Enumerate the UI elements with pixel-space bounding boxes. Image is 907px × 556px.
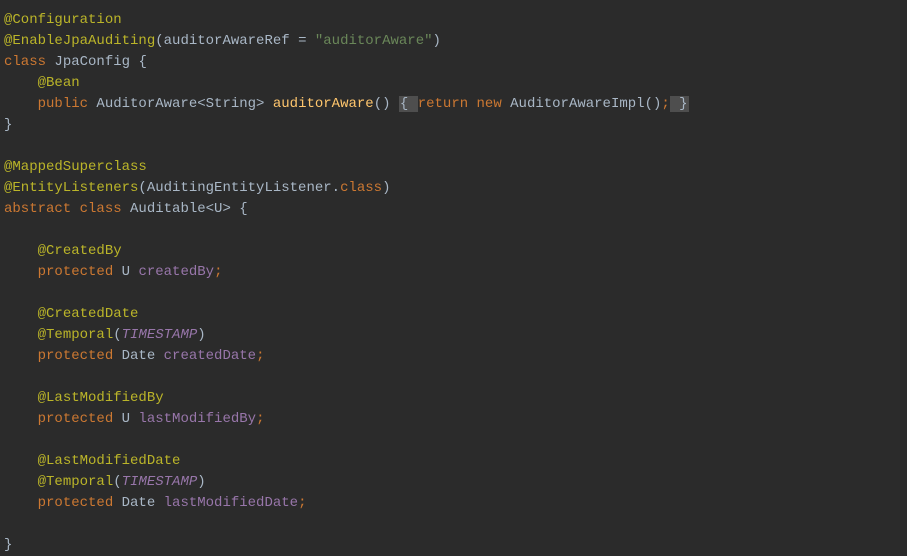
code-line: @LastModifiedDate <box>0 451 907 472</box>
code-line: protected Date lastModifiedDate; <box>0 493 907 514</box>
code-line: protected U lastModifiedBy; <box>0 409 907 430</box>
constant: TIMESTAMP <box>122 474 198 490</box>
keyword: protected <box>38 264 122 280</box>
annotation: @Temporal <box>38 327 114 343</box>
code-line: @CreatedDate <box>0 304 907 325</box>
code-line <box>0 367 907 388</box>
open-brace: { <box>399 96 418 112</box>
class-name: JpaConfig <box>54 54 138 70</box>
annotation: @LastModifiedDate <box>38 453 181 469</box>
constant: TIMESTAMP <box>122 327 198 343</box>
code-line: abstract class Auditable<U> { <box>0 199 907 220</box>
annotation: @EnableJpaAuditing <box>4 33 155 49</box>
keyword: public <box>38 96 97 112</box>
annotation: @CreatedBy <box>38 243 122 259</box>
annotation: @EntityListeners <box>4 180 138 196</box>
keyword: protected <box>38 348 122 364</box>
code-line: @EnableJpaAuditing(auditorAwareRef = "au… <box>0 31 907 52</box>
code-line: protected U createdBy; <box>0 262 907 283</box>
field-name: lastModifiedDate <box>164 495 298 511</box>
code-line: @MappedSuperclass <box>0 157 907 178</box>
code-line: protected Date createdDate; <box>0 346 907 367</box>
code-line: @Bean <box>0 73 907 94</box>
code-line: class JpaConfig { <box>0 52 907 73</box>
annotation: @LastModifiedBy <box>38 390 164 406</box>
code-line: @CreatedBy <box>0 241 907 262</box>
code-line: @EntityListeners(AuditingEntityListener.… <box>0 178 907 199</box>
type: AuditorAware<String> <box>96 96 272 112</box>
close-brace: } <box>670 96 689 112</box>
code-line: } <box>0 115 907 136</box>
keyword: return new <box>418 96 510 112</box>
keyword: class <box>4 54 54 70</box>
annotation: @MappedSuperclass <box>4 159 147 175</box>
keyword: protected <box>38 495 122 511</box>
annotation: @Temporal <box>38 474 114 490</box>
code-line: @LastModifiedBy <box>0 388 907 409</box>
string-literal: "auditorAware" <box>315 33 433 49</box>
code-line <box>0 136 907 157</box>
code-line <box>0 430 907 451</box>
code-line <box>0 220 907 241</box>
annotation: @Bean <box>38 75 80 91</box>
code-line <box>0 283 907 304</box>
field-name: createdDate <box>164 348 256 364</box>
code-line: @Configuration <box>0 10 907 31</box>
annotation: @CreatedDate <box>38 306 139 322</box>
code-line <box>0 514 907 535</box>
code-line: } <box>0 535 907 556</box>
annotation: @Configuration <box>4 12 122 28</box>
field-name: lastModifiedBy <box>138 411 256 427</box>
method-name: auditorAware <box>273 96 374 112</box>
field-name: createdBy <box>138 264 214 280</box>
code-line: public AuditorAware<String> auditorAware… <box>0 94 907 115</box>
keyword: abstract class <box>4 201 130 217</box>
code-line: @Temporal(TIMESTAMP) <box>0 325 907 346</box>
code-editor[interactable]: @Configuration @EnableJpaAuditing(audito… <box>0 0 907 556</box>
keyword: protected <box>38 411 122 427</box>
keyword: class <box>340 180 382 196</box>
code-line: @Temporal(TIMESTAMP) <box>0 472 907 493</box>
class-name: Auditable< <box>130 201 214 217</box>
